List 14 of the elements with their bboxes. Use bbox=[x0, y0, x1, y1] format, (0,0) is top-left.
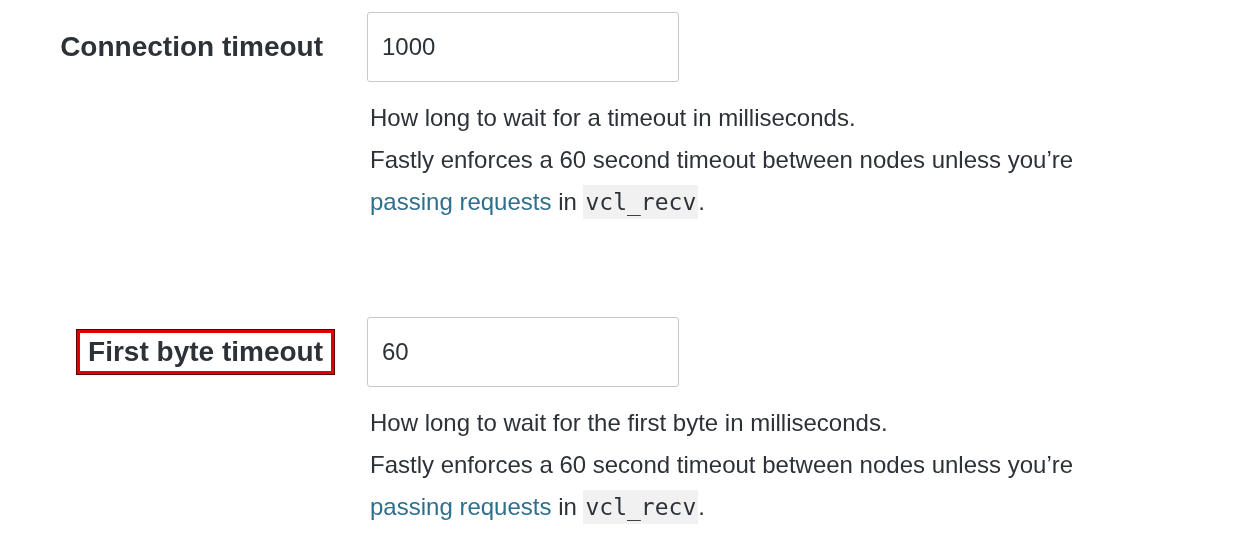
help-text: in bbox=[557, 188, 578, 215]
help-text: . bbox=[698, 493, 705, 520]
help-text: . bbox=[698, 188, 705, 215]
help-text: in bbox=[557, 493, 578, 520]
code-snippet: vcl_recv bbox=[583, 185, 699, 219]
input-field[interactable]: 1000 bbox=[367, 12, 679, 82]
help-text: Fastly enforces a 60 second timeout between nodes unless you’re bbox=[370, 450, 1075, 480]
help-link[interactable]: passing requests bbox=[370, 188, 552, 215]
help-link[interactable]: passing requests bbox=[370, 493, 552, 520]
code-snippet: vcl_recv bbox=[583, 490, 699, 524]
input-field[interactable]: 60 bbox=[367, 317, 679, 387]
help-text: Fastly enforces a 60 second timeout between nodes unless you’re bbox=[370, 145, 1075, 175]
help-text: How long to wait for a timeout in milliseconds. bbox=[370, 103, 857, 133]
help-text: How long to wait for the first byte in milliseconds. bbox=[370, 408, 889, 438]
